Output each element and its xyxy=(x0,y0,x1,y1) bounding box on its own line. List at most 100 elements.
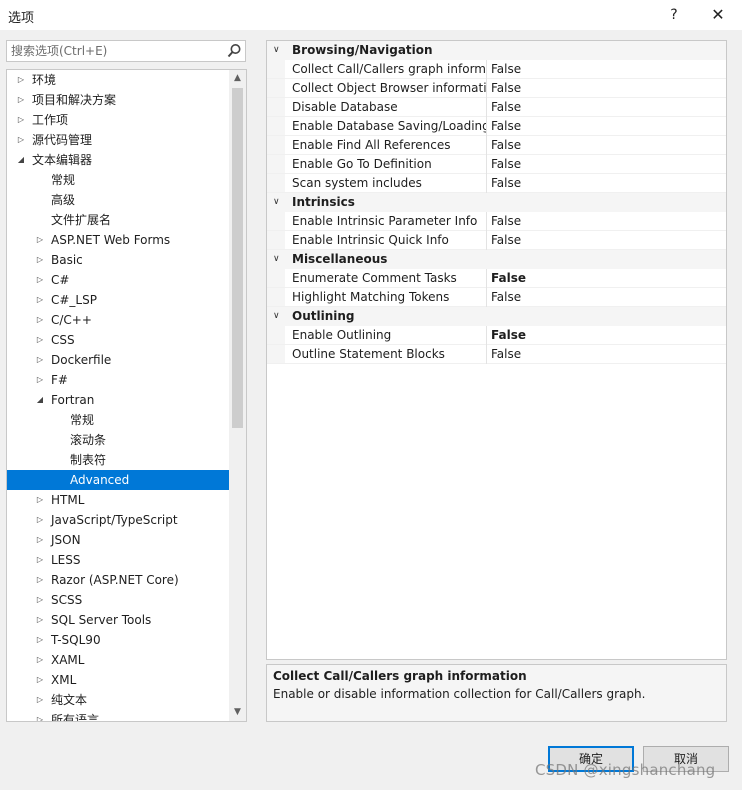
tree-item[interactable]: ▷ SCSS xyxy=(7,590,229,610)
property-value[interactable]: False xyxy=(491,117,521,136)
property-row[interactable]: Disable Database False xyxy=(267,98,726,117)
tree-item[interactable]: ▷ SQL Server Tools xyxy=(7,610,229,630)
tree-item[interactable]: 制表符 xyxy=(7,450,229,470)
collapsed-arrow-icon[interactable]: ▷ xyxy=(35,690,45,710)
category-row[interactable]: ∨ Miscellaneous xyxy=(267,250,726,269)
expanded-arrow-icon[interactable]: ◢ xyxy=(16,150,26,170)
property-value[interactable]: False xyxy=(491,155,521,174)
collapsed-arrow-icon[interactable]: ▷ xyxy=(35,570,45,590)
expanded-arrow-icon[interactable]: ◢ xyxy=(35,390,45,410)
category-row[interactable]: ∨ Browsing/Navigation xyxy=(267,41,726,60)
collapsed-arrow-icon[interactable]: ▷ xyxy=(35,650,45,670)
chevron-down-icon[interactable]: ∨ xyxy=(273,307,283,326)
tree-item[interactable]: ▷ CSS xyxy=(7,330,229,350)
collapsed-arrow-icon[interactable]: ▷ xyxy=(35,590,45,610)
collapsed-arrow-icon[interactable]: ▷ xyxy=(35,710,45,721)
tree-item[interactable]: ▷ C/C++ xyxy=(7,310,229,330)
property-row[interactable]: Enable Intrinsic Parameter Info False xyxy=(267,212,726,231)
property-value[interactable]: False xyxy=(491,326,526,345)
collapsed-arrow-icon[interactable]: ▷ xyxy=(35,270,45,290)
tree-item[interactable]: ▷ C# xyxy=(7,270,229,290)
property-row[interactable]: Highlight Matching Tokens False xyxy=(267,288,726,307)
tree-item[interactable]: ▷ XAML xyxy=(7,650,229,670)
collapsed-arrow-icon[interactable]: ▷ xyxy=(35,290,45,310)
property-value[interactable]: False xyxy=(491,212,521,231)
tree-item[interactable]: ▷ 项目和解决方案 xyxy=(7,90,229,110)
tree-item[interactable]: ▷ HTML xyxy=(7,490,229,510)
property-row[interactable]: Enable Find All References False xyxy=(267,136,726,155)
tree-item[interactable]: ▷ 工作项 xyxy=(7,110,229,130)
collapsed-arrow-icon[interactable]: ▷ xyxy=(35,510,45,530)
collapsed-arrow-icon[interactable]: ▷ xyxy=(35,630,45,650)
tree-item[interactable]: 常规 xyxy=(7,170,229,190)
property-row[interactable]: Enumerate Comment Tasks False xyxy=(267,269,726,288)
scroll-down-icon[interactable]: ▼ xyxy=(229,704,246,721)
collapsed-arrow-icon[interactable]: ▷ xyxy=(35,350,45,370)
tree-item[interactable]: 滚动条 xyxy=(7,430,229,450)
chevron-down-icon[interactable]: ∨ xyxy=(273,41,283,60)
tree-item[interactable]: 文件扩展名 xyxy=(7,210,229,230)
tree-item[interactable]: ▷ JSON xyxy=(7,530,229,550)
property-value[interactable]: False xyxy=(491,231,521,250)
property-row[interactable]: Enable Go To Definition False xyxy=(267,155,726,174)
search-icon[interactable] xyxy=(225,42,243,60)
property-value[interactable]: False xyxy=(491,136,521,155)
tree-item[interactable]: ▷ LESS xyxy=(7,550,229,570)
tree-item[interactable]: ▷ Dockerfile xyxy=(7,350,229,370)
collapsed-arrow-icon[interactable]: ▷ xyxy=(35,370,45,390)
tree-scrollbar[interactable]: ▲ ▼ xyxy=(229,70,246,721)
tree-item[interactable]: ◢ 文本编辑器 xyxy=(7,150,229,170)
property-row[interactable]: Collect Call/Callers graph informationFa… xyxy=(267,60,726,79)
property-row[interactable]: Scan system includes False xyxy=(267,174,726,193)
collapsed-arrow-icon[interactable]: ▷ xyxy=(35,250,45,270)
property-row[interactable]: Collect Object Browser information False xyxy=(267,79,726,98)
property-value[interactable]: False xyxy=(491,288,521,307)
tree-item[interactable]: ▷ ASP.NET Web Forms xyxy=(7,230,229,250)
help-button[interactable]: ? xyxy=(656,3,692,27)
collapsed-arrow-icon[interactable]: ▷ xyxy=(35,330,45,350)
scroll-up-icon[interactable]: ▲ xyxy=(229,70,246,87)
tree-item[interactable]: ▷ Basic xyxy=(7,250,229,270)
category-row[interactable]: ∨ Outlining xyxy=(267,307,726,326)
tree-item[interactable]: ▷ XML xyxy=(7,670,229,690)
tree-item[interactable]: ▷ 所有语言 xyxy=(7,710,229,721)
property-row[interactable]: Enable Database Saving/Loading False xyxy=(267,117,726,136)
tree-item[interactable]: ◢ Fortran xyxy=(7,390,229,410)
chevron-down-icon[interactable]: ∨ xyxy=(273,250,283,269)
property-value[interactable]: False xyxy=(491,174,521,193)
collapsed-arrow-icon[interactable]: ▷ xyxy=(16,90,26,110)
tree-item[interactable]: ▷ JavaScript/TypeScript xyxy=(7,510,229,530)
property-row[interactable]: Enable Outlining False xyxy=(267,326,726,345)
property-value[interactable]: False xyxy=(491,345,521,364)
collapsed-arrow-icon[interactable]: ▷ xyxy=(35,310,45,330)
property-value[interactable]: False xyxy=(491,269,526,288)
tree-item[interactable]: 高级 xyxy=(7,190,229,210)
collapsed-arrow-icon[interactable]: ▷ xyxy=(35,230,45,250)
tree-item[interactable]: ▷ F# xyxy=(7,370,229,390)
collapsed-arrow-icon[interactable]: ▷ xyxy=(35,670,45,690)
collapsed-arrow-icon[interactable]: ▷ xyxy=(16,110,26,130)
property-row[interactable]: Outline Statement Blocks False xyxy=(267,345,726,364)
property-value[interactable]: False xyxy=(491,60,521,79)
tree-item[interactable]: ▷ T-SQL90 xyxy=(7,630,229,650)
collapsed-arrow-icon[interactable]: ▷ xyxy=(35,610,45,630)
tree-item[interactable]: 常规 xyxy=(7,410,229,430)
property-row[interactable]: Enable Intrinsic Quick Info False xyxy=(267,231,726,250)
collapsed-arrow-icon[interactable]: ▷ xyxy=(35,490,45,510)
chevron-down-icon[interactable]: ∨ xyxy=(273,193,283,212)
collapsed-arrow-icon[interactable]: ▷ xyxy=(35,530,45,550)
tree-item[interactable]: ▷ 源代码管理 xyxy=(7,130,229,150)
tree-item[interactable]: ▷ Razor (ASP.NET Core) xyxy=(7,570,229,590)
collapsed-arrow-icon[interactable]: ▷ xyxy=(16,70,26,90)
property-value[interactable]: False xyxy=(491,98,521,117)
collapsed-arrow-icon[interactable]: ▷ xyxy=(35,550,45,570)
category-row[interactable]: ∨ Intrinsics xyxy=(267,193,726,212)
search-input[interactable] xyxy=(7,41,221,61)
tree-item[interactable]: ▷ 纯文本 xyxy=(7,690,229,710)
collapsed-arrow-icon[interactable]: ▷ xyxy=(16,130,26,150)
property-value[interactable]: False xyxy=(491,79,521,98)
close-button[interactable]: ✕ xyxy=(700,3,736,27)
tree-item[interactable]: ▷ C#_LSP xyxy=(7,290,229,310)
scroll-thumb[interactable] xyxy=(232,88,243,428)
tree-item[interactable]: Advanced xyxy=(7,470,229,490)
